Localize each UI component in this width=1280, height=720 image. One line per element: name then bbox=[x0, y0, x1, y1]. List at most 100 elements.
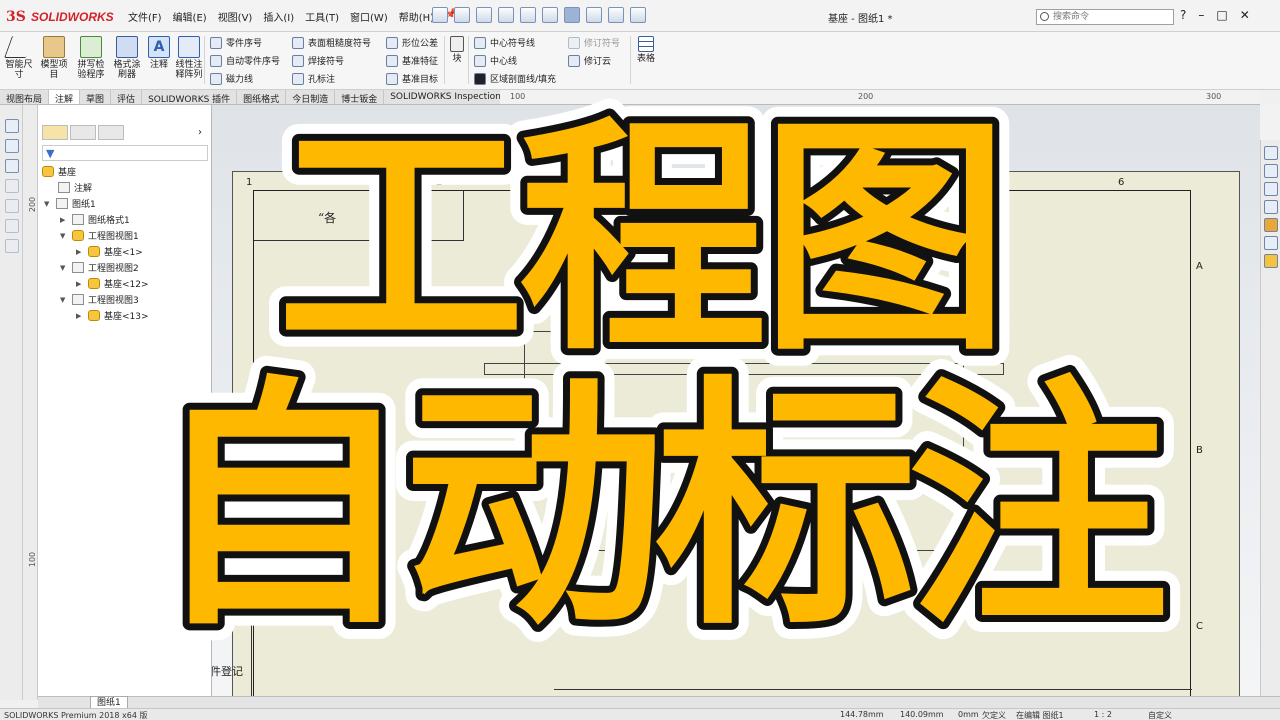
tree-part-2[interactable]: ▶ 基座<12> bbox=[76, 277, 149, 290]
feature-manager-tab-icon[interactable] bbox=[42, 125, 68, 140]
resources-icon[interactable] bbox=[1264, 164, 1278, 178]
menu-tools[interactable]: 工具(T) bbox=[305, 9, 339, 24]
menu-insert[interactable]: 插入(I) bbox=[263, 9, 294, 24]
tab-inspection[interactable]: SOLIDWORKS Inspection bbox=[384, 90, 508, 104]
traffic-light-icon[interactable] bbox=[586, 7, 602, 23]
design-library-icon[interactable] bbox=[1264, 182, 1278, 196]
unit-system[interactable]: 自定义 bbox=[1148, 710, 1172, 720]
menu-window[interactable]: 窗口(W) bbox=[350, 9, 388, 24]
new-document-icon[interactable] bbox=[454, 7, 470, 23]
select-pointer-icon[interactable] bbox=[564, 7, 580, 23]
file-properties-icon[interactable] bbox=[608, 7, 624, 23]
maximize-button[interactable]: □ bbox=[1216, 8, 1227, 22]
tree-view-1[interactable]: ▼ 工程图视图1 bbox=[60, 229, 139, 242]
undo-icon[interactable] bbox=[542, 7, 558, 23]
expand-arrow-icon[interactable]: ▶ bbox=[60, 216, 68, 224]
graphics-area[interactable]: 1 2 6 A B C “各 代号 件登记 bbox=[212, 105, 1260, 696]
centerline-label: 中心线 bbox=[490, 57, 518, 67]
menu-help[interactable]: 帮助(H) bbox=[399, 9, 434, 24]
view-tool-icon[interactable] bbox=[5, 119, 19, 133]
open-folder-icon[interactable] bbox=[476, 7, 492, 23]
tab-addins[interactable]: SOLIDWORKS 插件 bbox=[142, 90, 238, 105]
sheet-scale[interactable]: 1 : 2 bbox=[1094, 710, 1112, 719]
tree-view-3[interactable]: ▼ 工程图视图3 bbox=[60, 293, 139, 306]
auto-balloon-button[interactable]: 自动零件序号 bbox=[210, 54, 280, 67]
display-manager-tab-icon[interactable] bbox=[98, 125, 124, 140]
file-explorer-icon[interactable] bbox=[1264, 200, 1278, 214]
datum-feature-button[interactable]: 基准特征 bbox=[386, 54, 438, 67]
tree-annotations[interactable]: 注解 bbox=[58, 181, 92, 194]
tree-filter-input[interactable]: ▼ bbox=[42, 145, 208, 161]
appearances-icon[interactable] bbox=[1264, 218, 1278, 232]
property-manager-tab-icon[interactable] bbox=[70, 125, 96, 140]
help-button[interactable]: ? bbox=[1180, 8, 1186, 22]
hole-callout-button[interactable]: 孔标注 bbox=[292, 72, 335, 85]
collapse-arrow-icon[interactable]: ▼ bbox=[60, 296, 68, 304]
collapse-arrow-icon[interactable]: ▼ bbox=[60, 264, 68, 272]
tab-annotation[interactable]: 注解 bbox=[49, 90, 81, 105]
tree-sheet[interactable]: ▼ 图纸1 bbox=[44, 197, 96, 210]
linear-note-pattern-button[interactable]: 线性注释阵列 bbox=[174, 36, 204, 80]
menu-edit[interactable]: 编辑(E) bbox=[173, 9, 207, 24]
tab-sketch[interactable]: 草图 bbox=[80, 90, 112, 105]
model-items-button[interactable]: 模型项目 bbox=[38, 36, 70, 80]
app-logo[interactable]: 3S SOLIDWORKS bbox=[6, 6, 114, 28]
section-icon[interactable] bbox=[5, 199, 19, 213]
weld-symbol-button[interactable]: 焊接符号 bbox=[292, 54, 344, 67]
minimize-button[interactable]: – bbox=[1198, 8, 1204, 22]
spell-check-button[interactable]: 拼写检验程序 bbox=[74, 36, 108, 80]
surface-finish-button[interactable]: 表面粗糙度符号 bbox=[292, 36, 371, 49]
solidworks-window: 3S SOLIDWORKS 文件(F) 编辑(E) 视图(V) 插入(I) 工具… bbox=[0, 0, 1280, 720]
area-hatch-icon bbox=[474, 72, 486, 85]
expand-arrow-icon[interactable]: ▶ bbox=[76, 248, 84, 256]
center-mark-button[interactable]: 中心符号线 bbox=[474, 36, 535, 49]
revision-cloud-button[interactable]: 修订云 bbox=[568, 54, 611, 67]
search-input[interactable]: 搜索命令 bbox=[1036, 9, 1174, 25]
tab-sheet-format[interactable]: 图纸格式 bbox=[237, 90, 287, 105]
menu-file[interactable]: 文件(F) bbox=[128, 9, 162, 24]
tree-root[interactable]: 基座 bbox=[42, 165, 76, 178]
display-style-icon[interactable] bbox=[5, 219, 19, 233]
tables-button[interactable]: 表格 bbox=[634, 36, 658, 64]
save-icon[interactable] bbox=[498, 7, 514, 23]
part-icon bbox=[88, 278, 100, 289]
magnetic-line-button[interactable]: 磁力线 bbox=[210, 72, 253, 85]
expand-arrow-icon[interactable]: ▶ bbox=[76, 312, 84, 320]
expand-arrow-icon[interactable]: ▶ bbox=[76, 280, 84, 288]
tab-view-layout[interactable]: 视图布局 bbox=[0, 90, 50, 105]
tab-manufacturing[interactable]: 今日制造 bbox=[286, 90, 336, 105]
expand-chevron-icon[interactable]: › bbox=[198, 127, 202, 138]
ruler-label: 200 bbox=[28, 196, 38, 213]
tree-sheet-format[interactable]: ▶ 图纸格式1 bbox=[60, 213, 130, 226]
close-button[interactable]: ✕ bbox=[1240, 8, 1250, 22]
options-gear-icon[interactable] bbox=[630, 7, 646, 23]
menu-view[interactable]: 视图(V) bbox=[218, 9, 253, 24]
tree-part-1[interactable]: ▶ 基座<1> bbox=[76, 245, 143, 258]
home-icon[interactable] bbox=[432, 7, 448, 23]
print-icon[interactable] bbox=[520, 7, 536, 23]
balloon-button[interactable]: 零件序号 bbox=[210, 36, 262, 49]
view-palette-icon[interactable] bbox=[1264, 236, 1278, 250]
smart-dimension-button[interactable]: 智能尺寸 bbox=[3, 36, 35, 80]
centerline-button[interactable]: 中心线 bbox=[474, 54, 517, 67]
format-painter-button[interactable]: 格式涂刷器 bbox=[110, 36, 144, 80]
home-icon[interactable] bbox=[1264, 146, 1278, 160]
collapse-arrow-icon[interactable]: ▼ bbox=[60, 232, 68, 240]
datum-target-button[interactable]: 基准目标 bbox=[386, 72, 438, 85]
collapse-arrow-icon[interactable]: ▼ bbox=[44, 200, 52, 208]
pan-icon[interactable] bbox=[5, 179, 19, 193]
note-button[interactable]: A 注释 bbox=[146, 36, 172, 70]
revision-symbol-button[interactable]: 修订符号 bbox=[568, 36, 620, 49]
tree-view-2[interactable]: ▼ 工程图视图2 bbox=[60, 261, 139, 274]
block-button[interactable]: 块 bbox=[448, 36, 466, 64]
zoom-icon[interactable] bbox=[5, 159, 19, 173]
rotate-view-icon[interactable] bbox=[5, 139, 19, 153]
hide-show-icon[interactable] bbox=[5, 239, 19, 253]
drawing-sheet[interactable]: 1 2 6 A B C “各 代号 件登记 bbox=[212, 171, 1240, 696]
tree-part-3[interactable]: ▶ 基座<13> bbox=[76, 309, 149, 322]
tab-evaluate[interactable]: 评估 bbox=[111, 90, 143, 105]
area-hatch-button[interactable]: 区域剖面线/填充 bbox=[474, 72, 556, 85]
custom-properties-icon[interactable] bbox=[1264, 254, 1278, 268]
tab-sheet-metal[interactable]: 博士钣金 bbox=[335, 90, 385, 105]
geometric-tolerance-button[interactable]: 形位公差 bbox=[386, 36, 438, 49]
